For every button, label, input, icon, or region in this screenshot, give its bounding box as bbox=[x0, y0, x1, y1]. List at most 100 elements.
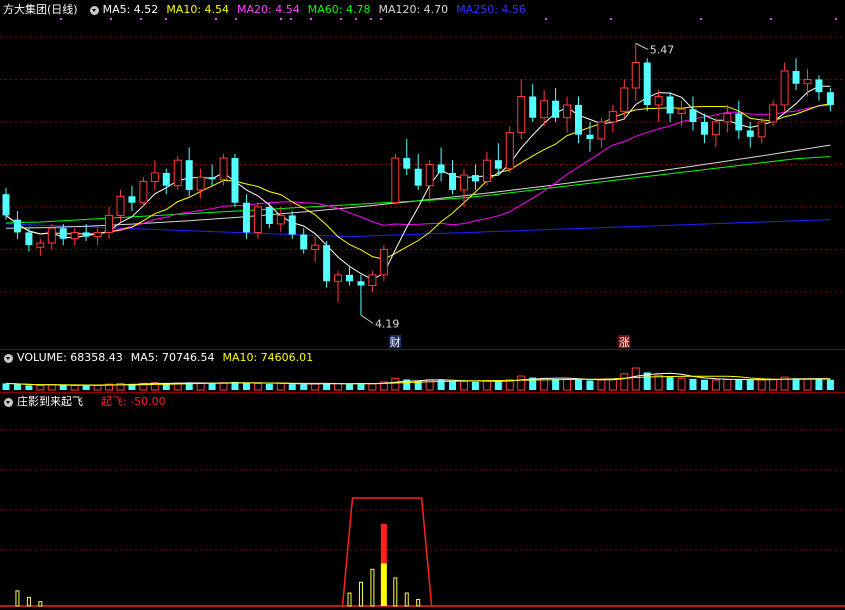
signal-dot-9 bbox=[340, 18, 342, 20]
candle-body-19 bbox=[219, 157, 228, 180]
candle-body-49 bbox=[563, 104, 572, 119]
volume-bar-55 bbox=[631, 367, 640, 391]
candle-body-29 bbox=[334, 274, 343, 282]
candle-body-1 bbox=[13, 219, 21, 233]
indicator-bar-5 bbox=[370, 568, 375, 607]
low-pointer bbox=[360, 314, 374, 324]
volume-bar-50 bbox=[575, 379, 582, 390]
volume-bar-52 bbox=[597, 379, 606, 391]
volume-bar-2 bbox=[25, 385, 33, 390]
candle-body-10 bbox=[116, 195, 125, 216]
indicator-value-label: 起飞: -50.00 bbox=[101, 395, 166, 408]
candle-body-62 bbox=[711, 121, 720, 136]
candle-body-66 bbox=[757, 121, 766, 138]
volume-bar-70 bbox=[803, 378, 812, 391]
volume-bar-24 bbox=[276, 382, 285, 391]
volume-menu-icon[interactable] bbox=[4, 353, 13, 363]
signal-dot-7 bbox=[290, 18, 292, 20]
ma-label-3: MA60: 4.78 bbox=[307, 3, 371, 16]
volume-bar-51 bbox=[586, 380, 594, 390]
candle-body-18 bbox=[208, 177, 216, 180]
volume-bar-27 bbox=[311, 383, 320, 391]
marker-label-1: 涨 bbox=[619, 336, 630, 349]
volume-bar-40 bbox=[460, 380, 468, 391]
candle-body-60 bbox=[689, 109, 697, 122]
candle-body-16 bbox=[185, 160, 193, 190]
signal-dot-5 bbox=[235, 18, 237, 20]
volume-bar-18 bbox=[208, 383, 216, 390]
volume-bar-7 bbox=[82, 385, 90, 390]
candle-body-46 bbox=[529, 96, 537, 118]
indicator-bar-8 bbox=[404, 592, 409, 607]
volume-bar-41 bbox=[471, 381, 479, 390]
volume-label-1: MA5: 70746.54 bbox=[130, 351, 215, 364]
candle-body-28 bbox=[323, 245, 331, 282]
candle-body-47 bbox=[540, 100, 549, 119]
stock-chart[interactable]: 5.47 4.19 财 涨 bbox=[0, 0, 845, 610]
candle-body-31 bbox=[357, 281, 365, 286]
candle-body-3 bbox=[36, 242, 45, 248]
candle-body-13 bbox=[150, 172, 159, 182]
signal-dot-3 bbox=[165, 18, 167, 20]
ma-label-1: MA10: 4.54 bbox=[166, 3, 230, 16]
ma-labels: MA5: 4.52 MA10: 4.54 MA20: 4.54 MA60: 4.78 M… bbox=[103, 2, 534, 18]
volume-bar-59 bbox=[677, 377, 686, 391]
candle-body-24 bbox=[276, 214, 285, 225]
volume-bar-62 bbox=[711, 379, 720, 391]
indicator-bar-3 bbox=[347, 592, 352, 607]
candle-body-9 bbox=[105, 214, 114, 233]
volume-bar-25 bbox=[288, 384, 296, 390]
candle-body-53 bbox=[608, 110, 617, 123]
candle-body-27 bbox=[311, 244, 320, 250]
indicator-menu-icon[interactable] bbox=[4, 397, 13, 407]
candle-body-21 bbox=[242, 202, 250, 233]
volume-bar-53 bbox=[608, 378, 617, 391]
signal-dot-13 bbox=[545, 18, 547, 20]
candle-body-2 bbox=[25, 232, 33, 246]
candle-body-5 bbox=[59, 228, 67, 239]
candle-body-8 bbox=[93, 231, 102, 238]
volume-bar-49 bbox=[563, 378, 572, 391]
candle-body-6 bbox=[70, 231, 79, 240]
low-label: 4.19 bbox=[375, 317, 400, 330]
candle-body-32 bbox=[368, 274, 377, 287]
volume-bar-39 bbox=[449, 381, 457, 390]
candle-body-41 bbox=[471, 175, 479, 182]
indicator-bar-4 bbox=[358, 581, 363, 607]
signal-dot-17 bbox=[835, 18, 837, 20]
candle-body-40 bbox=[460, 174, 468, 191]
volume-bar-72 bbox=[826, 379, 834, 390]
volume-bar-61 bbox=[700, 379, 708, 390]
volume-bar-71 bbox=[815, 379, 823, 390]
candle-body-37 bbox=[425, 163, 434, 187]
ma-label-5: MA250: 4.56 bbox=[456, 3, 526, 16]
volume-bar-5 bbox=[59, 385, 67, 390]
volume-bar-30 bbox=[346, 384, 353, 390]
panel-menu-icon[interactable] bbox=[89, 5, 99, 15]
signal-dot-8 bbox=[310, 18, 312, 20]
volume-bar-23 bbox=[265, 383, 273, 390]
signal-dot-2 bbox=[140, 18, 142, 20]
candle-body-17 bbox=[196, 176, 205, 191]
candle-body-26 bbox=[300, 234, 308, 250]
signal-dot-12 bbox=[380, 18, 382, 20]
candle-body-59 bbox=[677, 108, 686, 114]
candle-body-4 bbox=[47, 227, 56, 244]
indicator-title: 庄影到来起飞 bbox=[17, 395, 83, 408]
signal-dot-10 bbox=[355, 18, 357, 20]
signal-dot-14 bbox=[610, 18, 612, 20]
signal-dot-11 bbox=[370, 18, 372, 20]
volume-bar-3 bbox=[36, 385, 45, 391]
candle-body-33 bbox=[379, 248, 388, 276]
volume-labels: VOLUME: 68358.43 MA5: 70746.54 MA10: 74606… bbox=[17, 350, 321, 366]
volume-bar-45 bbox=[517, 375, 526, 391]
volume-bar-58 bbox=[666, 377, 674, 390]
volume-bar-43 bbox=[494, 381, 502, 390]
candle-body-48 bbox=[552, 100, 560, 118]
volume-bar-54 bbox=[620, 373, 629, 391]
signal-dot-6 bbox=[280, 18, 282, 20]
indicator-bar-7 bbox=[393, 577, 398, 607]
candle-body-71 bbox=[815, 79, 823, 93]
volume-bar-65 bbox=[746, 379, 754, 390]
signal-dot-16 bbox=[770, 18, 772, 20]
